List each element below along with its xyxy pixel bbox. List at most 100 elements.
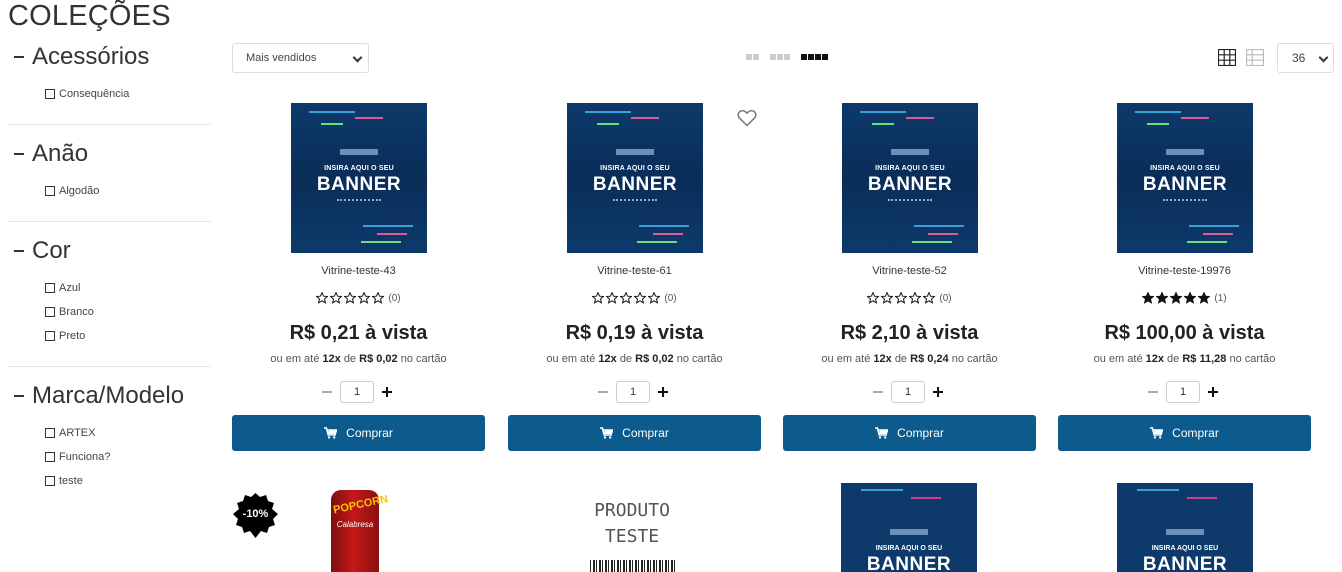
banner-tag xyxy=(891,149,929,155)
product-image-banner[interactable]: INSIRA AQUI O SEU BANNER xyxy=(291,103,427,253)
collapse-icon xyxy=(14,56,24,58)
checkbox[interactable] xyxy=(45,476,55,486)
chevron-down-icon xyxy=(1318,52,1329,63)
filter-option[interactable]: Consequência xyxy=(45,82,211,106)
filter-toggle-cor[interactable]: Cor xyxy=(8,234,211,268)
review-count: (0) xyxy=(939,292,952,304)
banner-line2: BANNER xyxy=(867,174,953,195)
filter-option[interactable]: ARTEX xyxy=(45,421,211,445)
quantity-input[interactable]: 1 xyxy=(1166,381,1200,403)
filter-option-label: Consequência xyxy=(59,88,130,100)
product-name[interactable]: Vitrine-teste-19976 xyxy=(1058,265,1311,277)
star-icon xyxy=(1142,292,1155,304)
filter-option-label: Branco xyxy=(59,306,94,318)
star-icon xyxy=(620,292,633,304)
product-image-banner[interactable]: INSIRA AQUI O SEU BANNER xyxy=(1117,103,1253,253)
star-icon xyxy=(1156,292,1169,304)
grid-view-icon[interactable] xyxy=(1218,49,1236,66)
star-icon xyxy=(923,292,936,304)
review-count: (0) xyxy=(388,292,401,304)
checkbox[interactable] xyxy=(45,428,55,438)
banner-tag xyxy=(1166,149,1204,155)
increase-qty-button[interactable] xyxy=(382,387,392,397)
quantity-input[interactable]: 1 xyxy=(616,381,650,403)
list-view-icon[interactable] xyxy=(1246,49,1264,66)
buy-button-label: Comprar xyxy=(1172,426,1219,440)
sort-value: Mais vendidos xyxy=(246,52,317,64)
filter-option[interactable]: Azul xyxy=(45,276,211,300)
quantity-input[interactable]: 1 xyxy=(891,381,925,403)
product-name[interactable]: Vitrine-teste-52 xyxy=(783,265,1036,277)
banner-line1: INSIRA AQUI O SEU xyxy=(324,165,394,172)
filter-option[interactable]: teste xyxy=(45,469,211,493)
filter-group-acessorios: Acessórios Consequência xyxy=(8,40,211,125)
checkbox[interactable] xyxy=(45,307,55,317)
per-page-select[interactable]: 36 xyxy=(1277,43,1334,73)
product-image-banner[interactable]: INSIRA AQUI O SEU BANNER xyxy=(1117,483,1253,572)
banner-line2: BANNER xyxy=(866,554,952,572)
filter-option[interactable]: Preto xyxy=(45,324,211,348)
filter-toggle-marca[interactable]: Marca/Modelo xyxy=(8,379,211,413)
cart-icon xyxy=(600,427,614,439)
decrease-qty-button[interactable] xyxy=(322,391,332,393)
product-image-popcorn[interactable]: POPCORN Calabresa xyxy=(331,490,389,572)
buy-button-label: Comprar xyxy=(346,426,393,440)
increase-qty-button[interactable] xyxy=(658,387,668,397)
heart-icon[interactable] xyxy=(737,109,757,127)
chevron-down-icon xyxy=(352,52,363,63)
installment-text: ou em até 12x de R$ 11,28 no cartão xyxy=(1093,353,1276,365)
decrease-qty-button[interactable] xyxy=(873,391,883,393)
star-icon xyxy=(316,292,329,304)
product-price: R$ 0,21 à vista xyxy=(289,322,428,344)
page-title: COLEÇÕES xyxy=(8,0,171,32)
filter-option[interactable]: Funciona? xyxy=(45,445,211,469)
star-icon xyxy=(606,292,619,304)
star-icon xyxy=(1184,292,1197,304)
checkbox[interactable] xyxy=(45,452,55,462)
quantity-input[interactable]: 1 xyxy=(340,381,374,403)
buy-button[interactable]: Comprar xyxy=(232,415,485,451)
collapse-icon xyxy=(14,153,24,155)
increase-qty-button[interactable] xyxy=(1208,387,1218,397)
columns-2-button[interactable] xyxy=(746,54,759,60)
columns-switch xyxy=(746,54,828,60)
review-count: (0) xyxy=(664,292,677,304)
barcode-image xyxy=(590,560,676,572)
review-count: (1) xyxy=(1214,292,1227,304)
star-icon xyxy=(372,292,385,304)
product-image-banner[interactable]: INSIRA AQUI O SEU BANNER xyxy=(841,483,977,572)
product-image-banner[interactable]: INSIRA AQUI O SEU BANNER xyxy=(567,103,703,253)
columns-3-button[interactable] xyxy=(770,54,790,60)
product-name[interactable]: Vitrine-teste-61 xyxy=(508,265,761,277)
banner-tag xyxy=(890,529,928,535)
quantity-stepper: 1 xyxy=(1148,381,1218,403)
filter-option[interactable]: Algodão xyxy=(45,179,211,203)
banner-line2: BANNER xyxy=(1142,554,1228,572)
product-name[interactable]: Vitrine-teste-43 xyxy=(232,265,485,277)
filters-sidebar: Acessórios Consequência Anão Algodão Cor… xyxy=(8,40,211,523)
banner-line2: BANNER xyxy=(592,174,678,195)
checkbox[interactable] xyxy=(45,89,55,99)
decrease-qty-button[interactable] xyxy=(598,391,608,393)
filter-toggle-acessorios[interactable]: Acessórios xyxy=(8,40,211,74)
filter-option-label: Funciona? xyxy=(59,451,111,463)
checkbox[interactable] xyxy=(45,186,55,196)
filter-toggle-anao[interactable]: Anão xyxy=(8,137,211,171)
filter-option-label: Algodão xyxy=(59,185,100,197)
banner-dots xyxy=(337,199,381,203)
filter-option[interactable]: Branco xyxy=(45,300,211,324)
filter-option-label: teste xyxy=(59,475,83,487)
buy-button[interactable]: Comprar xyxy=(508,415,761,451)
buy-button[interactable]: Comprar xyxy=(783,415,1036,451)
checkbox[interactable] xyxy=(45,283,55,293)
increase-qty-button[interactable] xyxy=(933,387,943,397)
checkbox[interactable] xyxy=(45,331,55,341)
product-image-banner[interactable]: INSIRA AQUI O SEU BANNER xyxy=(842,103,978,253)
columns-4-button[interactable] xyxy=(801,54,828,60)
decrease-qty-button[interactable] xyxy=(1148,391,1158,393)
buy-button[interactable]: Comprar xyxy=(1058,415,1311,451)
product-image-teste[interactable]: PRODUTO TESTE xyxy=(572,498,692,550)
filter-title: Acessórios xyxy=(32,43,150,70)
banner-line1: INSIRA AQUI O SEU xyxy=(875,165,945,172)
sort-select[interactable]: Mais vendidos xyxy=(232,43,369,73)
